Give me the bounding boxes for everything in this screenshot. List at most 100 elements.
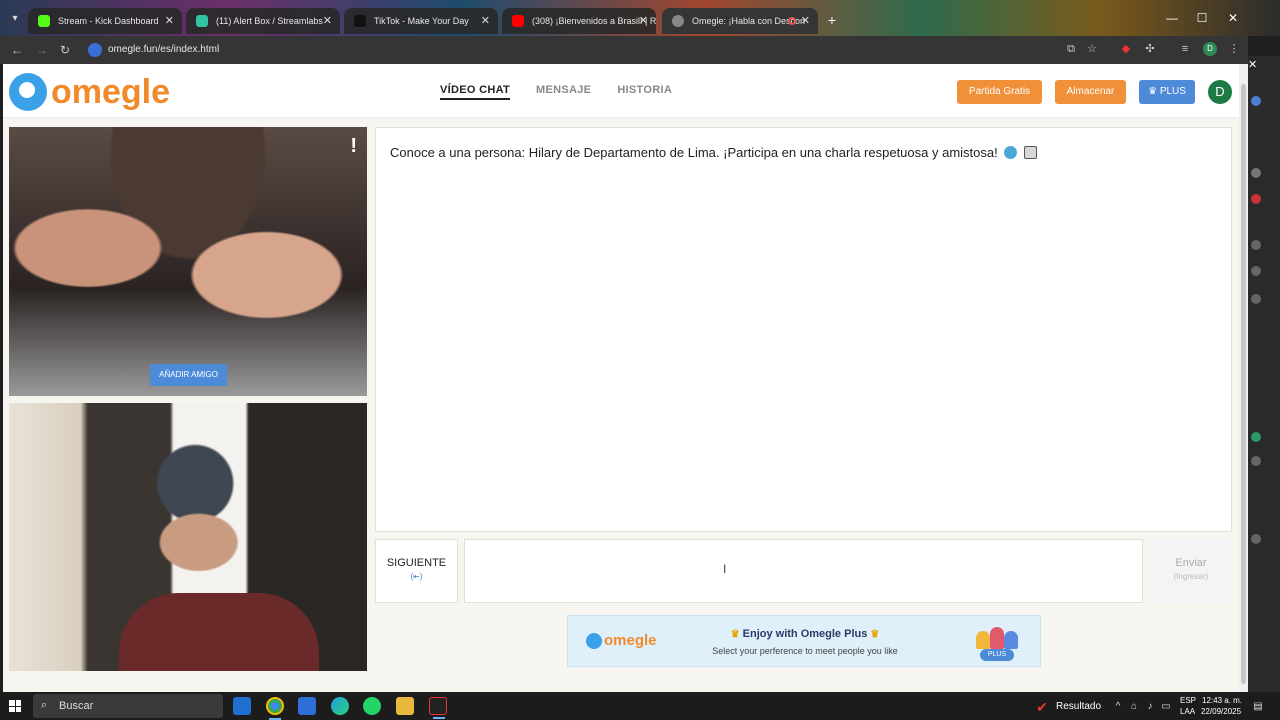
self-video-person (119, 593, 319, 671)
maximize-icon[interactable]: ☐ (1194, 10, 1210, 26)
browser-toolbar: ← → ↻ omegle.fun/es/index.html ⧉ ☆ ◆ ✣ ≡… (0, 36, 1248, 64)
notifications-icon[interactable]: ▤ (1252, 701, 1264, 713)
browser-menu-icon[interactable]: ⋮ (1227, 42, 1241, 56)
omegle-logo-icon (9, 73, 47, 111)
nav-video-chat[interactable]: VÍDEO CHAT (440, 84, 511, 100)
streamlabs-favicon-icon (196, 15, 208, 27)
result-app-icon[interactable]: ✔ (1036, 700, 1048, 714)
next-button[interactable]: SIGUIENTE (⇤) (375, 539, 458, 603)
taskbar-search[interactable]: ⌕ Buscar (33, 694, 223, 718)
send-label: Enviar (1175, 557, 1207, 569)
close-tab-icon[interactable]: ✕ (639, 8, 648, 34)
report-icon[interactable]: ! (350, 135, 357, 158)
whatsapp-icon[interactable] (363, 697, 381, 715)
store-button[interactable]: Almacenar (1055, 80, 1126, 104)
back-icon[interactable]: ← (9, 42, 25, 58)
tiktok-favicon-icon (354, 15, 366, 27)
side-tool-icon[interactable] (1251, 456, 1261, 466)
windows-start-icon[interactable] (9, 700, 21, 712)
side-app-icon[interactable] (1251, 432, 1261, 442)
tab-title: TikTok - Make Your Day (374, 16, 469, 26)
side-panel-close-icon[interactable]: ✕ (1248, 58, 1262, 72)
send-button[interactable]: Enviar (Ingresar) (1150, 539, 1232, 603)
volume-icon[interactable]: ♪ (1144, 701, 1156, 713)
crown-icon: ♛ (1148, 86, 1160, 97)
search-icon: ⌕ (41, 699, 48, 711)
side-tool-icon[interactable] (1251, 266, 1261, 276)
browser-profile-avatar[interactable]: D (1203, 42, 1217, 56)
message-input[interactable] (464, 539, 1143, 603)
close-tab-icon[interactable]: ✕ (481, 8, 490, 34)
chat-message-text: Conoce a una persona: Hilary de Departam… (390, 145, 998, 160)
side-app-icon[interactable] (1251, 96, 1261, 106)
nav-history[interactable]: HISTORIA (617, 84, 672, 100)
omegle-logo[interactable]: omegle (9, 72, 170, 112)
media-control-icon[interactable]: ≡ (1178, 42, 1192, 56)
outlook-icon[interactable] (233, 697, 251, 715)
free-match-button[interactable]: Partida Gratis (957, 80, 1042, 104)
side-tool-icon[interactable] (1251, 294, 1261, 304)
next-shortcut: (⇤) (410, 572, 423, 581)
tab-youtube[interactable]: (308) ¡Bienvenidos a Brasil! | R ✕ (502, 8, 656, 34)
plus-badge: PLUS (980, 649, 1014, 661)
edge-icon[interactable] (331, 697, 349, 715)
tab-omegle[interactable]: Omegle: ¡Habla con Descon ✕ (662, 8, 818, 34)
store-app-icon[interactable] (298, 697, 316, 715)
nav-message[interactable]: MENSAJE (536, 84, 591, 100)
close-tab-icon[interactable]: ✕ (801, 8, 810, 34)
taskbar-search-text: Buscar (59, 700, 94, 712)
settings-icon[interactable] (1251, 534, 1261, 544)
tab-kick[interactable]: Stream - Kick Dashboard ✕ (28, 8, 182, 34)
extensions-puzzle-icon[interactable]: ✣ (1143, 42, 1157, 56)
reload-icon[interactable]: ↻ (57, 42, 73, 58)
language-bottom[interactable]: LAA (1180, 707, 1195, 716)
browser-tab-strip: ▾ Stream - Kick Dashboard ✕ (11) Alert B… (0, 0, 1280, 36)
chevron-up-icon[interactable]: ^ (1112, 701, 1124, 713)
language-top[interactable]: ESP (1180, 696, 1196, 705)
minimize-icon[interactable]: — (1164, 10, 1180, 26)
page-scrollbar[interactable] (1239, 64, 1248, 692)
bookmark-star-icon[interactable]: ☆ (1085, 42, 1099, 56)
tray-notification-text[interactable]: Resultado (1056, 701, 1101, 712)
close-tab-icon[interactable]: ✕ (165, 8, 174, 34)
scrollbar-thumb[interactable] (1241, 84, 1246, 684)
main-nav: VÍDEO CHAT MENSAJE HISTORIA (440, 84, 672, 100)
person-icon (1004, 631, 1018, 649)
text-cursor-icon: I (723, 562, 727, 576)
windows-taskbar: ⌕ Buscar ✔ Resultado ^ ⌂ ♪ ▭ ESP LAA 12:… (0, 692, 1280, 720)
tab-streamlabs[interactable]: (11) Alert Box / Streamlabs ✕ (186, 8, 340, 34)
side-app-icon[interactable] (1251, 168, 1261, 178)
omegle-page: omegle VÍDEO CHAT MENSAJE HISTORIA Parti… (3, 64, 1239, 692)
chrome-icon[interactable] (266, 697, 284, 720)
tab-search-icon[interactable]: ▾ (6, 10, 24, 28)
side-tool-icon[interactable] (1251, 240, 1261, 250)
forward-icon[interactable]: → (34, 42, 50, 58)
person-icon (976, 631, 990, 649)
tab-tiktok[interactable]: TikTok - Make Your Day ✕ (344, 8, 498, 34)
site-info-icon[interactable] (88, 43, 102, 57)
tab-title: (11) Alert Box / Streamlabs (216, 16, 323, 26)
user-avatar[interactable]: D (1208, 80, 1232, 104)
stranger-video: ! AÑADIR AMIGO (9, 127, 367, 396)
url-text: omegle.fun/es/index.html (108, 44, 220, 55)
close-tab-icon[interactable]: ✕ (323, 8, 332, 34)
send-shortcut: (Ingresar) (1173, 572, 1209, 581)
add-friend-button[interactable]: AÑADIR AMIGO (150, 364, 227, 386)
chat-system-message: Conoce a una persona: Hilary de Departam… (390, 145, 1037, 160)
address-bar[interactable]: omegle.fun/es/index.html (82, 39, 1082, 61)
extension-red-icon[interactable]: ◆ (1119, 42, 1133, 56)
close-window-icon[interactable]: ✕ (1225, 10, 1241, 26)
site-header: omegle VÍDEO CHAT MENSAJE HISTORIA Parti… (3, 64, 1239, 118)
streaming-app-icon[interactable] (429, 697, 447, 719)
battery-icon[interactable]: ▭ (1160, 701, 1172, 713)
network-icon[interactable]: ⌂ (1128, 701, 1140, 713)
omegle-favicon-icon (672, 15, 684, 27)
clock-time[interactable]: 12:43 a. m. (1202, 696, 1242, 705)
new-tab-icon[interactable]: + (824, 12, 840, 28)
omegle-plus-banner[interactable]: omegle ♛ Enjoy with Omegle Plus ♛ Select… (567, 615, 1041, 667)
file-explorer-icon[interactable] (396, 697, 414, 715)
globe-icon (1004, 146, 1018, 159)
clock-date[interactable]: 22/09/2025 (1201, 707, 1241, 716)
install-app-icon[interactable]: ⧉ (1064, 42, 1078, 56)
plus-button[interactable]: ♛ PLUS (1139, 80, 1195, 104)
